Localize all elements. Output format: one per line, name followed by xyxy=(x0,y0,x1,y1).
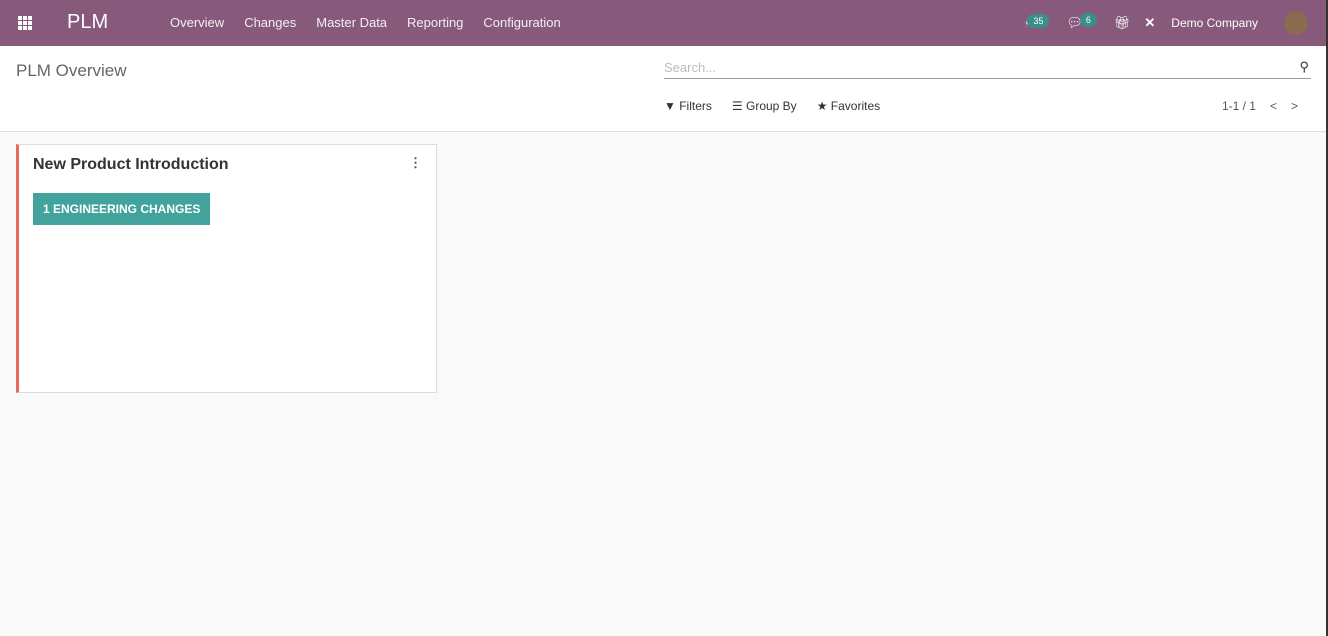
menu-configuration[interactable]: Configuration xyxy=(483,15,560,30)
activities-badge: 35 xyxy=(1027,13,1050,28)
search-input[interactable]: Search... ⚲ xyxy=(664,57,1311,79)
gift-icon[interactable]: 🎁︎ xyxy=(1114,15,1131,31)
debug-tools-icon[interactable]: ✕ xyxy=(1144,15,1155,31)
activities-button[interactable]: ◔35 xyxy=(1022,13,1052,31)
messages-button[interactable]: 💬︎ 6 xyxy=(1066,13,1100,31)
kanban-card[interactable]: New Product Introduction ⋮ 1 ENGINEERING… xyxy=(16,144,437,393)
next-icon[interactable]: > xyxy=(1291,99,1298,113)
engineering-changes-button[interactable]: 1 ENGINEERING CHANGES xyxy=(33,193,211,225)
app-brand[interactable]: PLM xyxy=(67,11,108,34)
search-placeholder: Search... xyxy=(664,60,717,75)
menu-changes[interactable]: Changes xyxy=(244,15,296,30)
card-menu-icon[interactable]: ⋮ xyxy=(409,155,422,171)
apps-menu-icon[interactable] xyxy=(18,16,32,30)
group-by-button[interactable]: ☰ Group By xyxy=(732,99,797,113)
pager-value[interactable]: 1-1 / 1 xyxy=(1222,99,1256,113)
group-by-label: Group By xyxy=(745,99,797,113)
control-panel: PLM Overview Search... ⚲ ▼ Filters ☰ Grou… xyxy=(0,46,1326,132)
filters-label: Filters xyxy=(679,99,712,113)
menu-reporting[interactable]: Reporting xyxy=(407,15,463,30)
filters-button[interactable]: ▼ Filters xyxy=(664,99,712,113)
menu-overview[interactable]: Overview xyxy=(170,15,224,30)
favorites-label: Favorites xyxy=(830,99,881,113)
favorites-button[interactable]: ★ Favorites xyxy=(817,99,880,113)
top-navbar: PLM Overview Changes Master Data Reporti… xyxy=(0,0,1326,46)
menu-master-data[interactable]: Master Data xyxy=(316,15,387,30)
page-title: PLM Overview xyxy=(16,61,127,80)
search-icon[interactable]: ⚲ xyxy=(1299,59,1309,75)
card-title: New Product Introduction xyxy=(33,156,229,173)
user-avatar[interactable] xyxy=(1284,11,1308,35)
prev-icon[interactable]: < xyxy=(1270,99,1277,113)
messages-badge: 6 xyxy=(1079,13,1097,27)
company-switcher[interactable]: Demo Company xyxy=(1171,16,1258,30)
